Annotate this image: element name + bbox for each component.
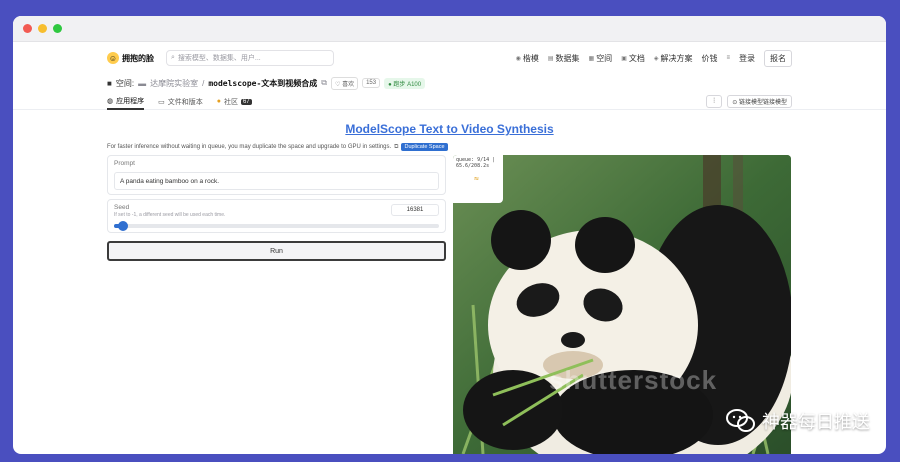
space-owner-link[interactable]: 达摩院实验室	[150, 78, 198, 89]
seed-box: Seed If set to -1, a different seed will…	[107, 199, 446, 233]
seed-row: Seed If set to -1, a different seed will…	[114, 204, 439, 218]
app-title-link[interactable]: ModelScope Text to Video Synthesis	[13, 122, 886, 136]
like-count: 153	[362, 78, 381, 88]
minimize-window-button[interactable]	[38, 24, 47, 33]
signup-button[interactable]: 报名	[764, 49, 792, 67]
tab-label: 社区	[223, 98, 238, 106]
like-label: 喜欢	[342, 81, 355, 88]
maximize-window-button[interactable]	[53, 24, 62, 33]
input-panel: Prompt A panda eating bamboo on a rock. …	[107, 155, 446, 261]
more-options-button[interactable]: ⋮	[706, 95, 723, 108]
space-separator: /	[202, 78, 205, 88]
queue-status: queue: 9/14 | 65.6/208.2s ≈	[453, 155, 503, 203]
duplicate-notice: For faster inference without waiting in …	[13, 143, 886, 151]
nav-link-datasets[interactable]: ▤ 数据集	[548, 53, 580, 64]
heart-icon: ♡	[335, 81, 341, 88]
hugging-face-logo-icon: ☺	[107, 52, 119, 64]
nav-link-models[interactable]: ◉ 楷模	[516, 53, 539, 64]
copy-icon[interactable]: ⧉	[321, 78, 327, 88]
space-prefix: 空间:	[115, 78, 135, 88]
nav-link-docs[interactable]: ▣ 文档	[621, 53, 645, 64]
tab-label: 文件和版本	[167, 98, 203, 106]
brand-name: 拥抱的脸	[122, 53, 154, 63]
watermark-text: shutterstock	[549, 365, 718, 395]
prompt-box: Prompt A panda eating bamboo on a rock.	[107, 155, 446, 195]
brand-link[interactable]: ☺ 拥抱的脸	[107, 52, 154, 64]
seed-labels: Seed If set to -1, a different seed will…	[114, 204, 225, 218]
notice-text: For faster inference without waiting in …	[107, 144, 392, 150]
tab-files[interactable]: ▭ 文件和版本	[158, 94, 203, 110]
docs-icon: ▣	[621, 55, 627, 62]
more-menu-icon[interactable]: ≡	[726, 55, 730, 61]
tab-label: 应用程序	[116, 97, 145, 105]
nav-link-label: 空间	[596, 53, 613, 63]
nav-link-pricing[interactable]: 价钱	[701, 53, 717, 64]
duplicate-space-button[interactable]: Duplicate Space	[401, 143, 448, 151]
spaces-icon: ▦	[588, 55, 595, 62]
linked-models-label: 链接模型链接模型	[738, 100, 787, 106]
seed-slider-thumb[interactable]	[117, 221, 128, 231]
prompt-label: Prompt	[114, 160, 135, 167]
solutions-icon: ◈	[653, 55, 659, 62]
app-icon: ◍	[107, 97, 114, 105]
community-icon: ●	[216, 98, 221, 105]
loading-spinner-icon: ≈	[474, 174, 479, 183]
window-titlebar	[13, 16, 886, 42]
tabs-actions: ⋮ ⊙ 链接模型链接模型	[706, 95, 792, 108]
space-tabs: ◍ 应用程序 ▭ 文件和版本 ● 社区 67 ⋮ ⊙ 链接模型链接模型	[13, 94, 886, 110]
seed-hint: If set to -1, a different seed will be u…	[114, 212, 226, 218]
space-name-link[interactable]: modelscope-文本到视频合成	[208, 78, 317, 89]
queue-line-2: 65.6/208.2s	[456, 163, 490, 169]
search-placeholder: 搜索模型、数据集、用户...	[177, 55, 261, 62]
wechat-icon	[726, 409, 755, 432]
browser-window: ☺ 拥抱的脸 ⌕ 搜索模型、数据集、用户... ◉ 楷模 ▤ 数据集 ▦ 空间 ▣ 文档…	[13, 16, 886, 454]
status-label: 跑步 A100	[393, 81, 422, 88]
running-status-badge: ● 跑步 A100	[384, 77, 426, 89]
close-window-button[interactable]	[23, 24, 32, 33]
datasets-icon: ▤	[547, 55, 554, 62]
community-count-badge: 67	[240, 98, 252, 105]
nav-link-spaces[interactable]: ▦ 空间	[589, 53, 613, 64]
wechat-channel-tag: 神器每日推送	[726, 408, 870, 434]
link-icon: ⊙	[732, 100, 738, 106]
files-icon: ▭	[158, 98, 165, 106]
run-button[interactable]: Run	[107, 241, 446, 261]
search-icon: ⌕	[171, 54, 175, 61]
space-header: ■ 空间: ▬ 达摩院实验室 / modelscope-文本到视频合成 ⧉ ♡ …	[13, 76, 886, 90]
menu-dots-icon: ≡	[726, 55, 730, 61]
seed-slider[interactable]	[114, 221, 439, 231]
seed-label: Seed	[114, 204, 130, 211]
nav-link-label: 价钱	[701, 53, 718, 63]
tab-app[interactable]: ◍ 应用程序	[107, 94, 145, 110]
channel-name: 神器每日推送	[762, 412, 870, 433]
nav-links: ◉ 楷模 ▤ 数据集 ▦ 空间 ▣ 文档 ◈ 解决方案 价钱 ≡ 登录 报名	[516, 49, 792, 67]
like-button[interactable]: ♡ 喜欢	[331, 76, 359, 90]
org-icon: ▬	[138, 78, 147, 88]
nav-link-label: 解决方案	[660, 53, 693, 63]
search-input[interactable]: ⌕ 搜索模型、数据集、用户...	[166, 50, 334, 66]
tab-community[interactable]: ● 社区 67	[217, 94, 252, 110]
nav-link-label: 楷模	[522, 53, 539, 63]
login-link[interactable]: 登录	[739, 53, 755, 64]
top-navbar: ☺ 拥抱的脸 ⌕ 搜索模型、数据集、用户... ◉ 楷模 ▤ 数据集 ▦ 空间 ▣ 文档…	[13, 46, 886, 70]
nav-link-label: 数据集	[555, 53, 580, 63]
seed-number-input[interactable]: 16381	[391, 204, 439, 216]
prompt-input[interactable]: A panda eating bamboo on a rock.	[114, 172, 439, 190]
nav-link-label: 文档	[628, 53, 645, 63]
linked-models-button[interactable]: ⊙ 链接模型链接模型	[727, 95, 792, 108]
models-icon: ◉	[515, 55, 521, 62]
status-dot-icon: ●	[388, 81, 392, 88]
nav-link-solutions[interactable]: ◈ 解决方案	[654, 53, 693, 64]
duplicate-icon: ⧉	[394, 143, 399, 150]
space-icon: ■	[107, 78, 112, 88]
